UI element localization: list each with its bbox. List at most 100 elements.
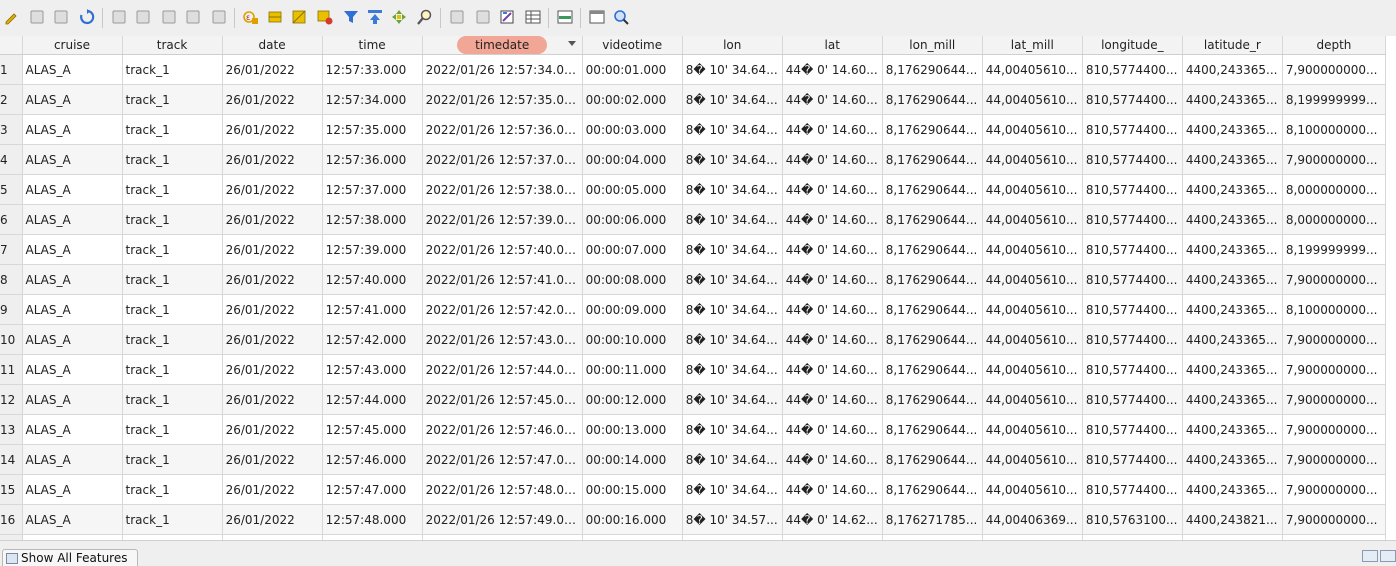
cell-time[interactable]: 12:57:45.000 — [322, 414, 423, 445]
cell-latitude_r[interactable]: 4400,243365... — [1182, 384, 1283, 415]
cell-lat[interactable]: 44� 0' 14.60... — [782, 444, 883, 475]
cell-cruise[interactable]: ALAS_A — [22, 174, 123, 205]
cell-timedate[interactable]: 2022/01/26 12:57:38.000 — [422, 174, 583, 205]
cell-date[interactable]: 26/01/2022 — [222, 444, 323, 475]
cell-longitude_[interactable]: 810,5774400... — [1082, 174, 1183, 205]
column-header-depth[interactable]: depth — [1282, 36, 1387, 55]
cell-cruise[interactable]: ALAS_A — [22, 414, 123, 445]
cell-longitude_[interactable]: 810,5774400... — [1082, 204, 1183, 235]
cell-date[interactable]: 26/01/2022 — [222, 354, 323, 385]
row-number[interactable]: 14 — [0, 444, 23, 475]
cell-longitude_[interactable]: 810,5774400... — [1082, 384, 1183, 415]
row-number[interactable]: 13 — [0, 414, 23, 445]
field-calculator-icon[interactable] — [498, 8, 516, 26]
copy-icon[interactable] — [184, 8, 202, 26]
cell-lon[interactable]: 8� 10' 34.64... — [682, 324, 783, 355]
cell-longitude_[interactable]: 810,5774400... — [1082, 54, 1183, 85]
cell-longitude_[interactable]: 810,5774400... — [1082, 354, 1183, 385]
cell-track[interactable]: track_1 — [122, 384, 223, 415]
row-number[interactable]: 10 — [0, 324, 23, 355]
cell-depth[interactable]: 7,900000000... — [1282, 504, 1387, 535]
cell-date[interactable]: 26/01/2022 — [222, 474, 323, 505]
cell-date[interactable]: 26/01/2022 — [222, 384, 323, 415]
row-header-corner[interactable] — [0, 36, 23, 55]
cell-timedate[interactable]: 2022/01/26 12:57:46.000 — [422, 414, 583, 445]
cell-lon_mill[interactable]: 8,176290644... — [882, 474, 983, 505]
cell-track[interactable]: track_1 — [122, 414, 223, 445]
cell-lon_mill[interactable]: 8,176290644... — [882, 204, 983, 235]
cell-lon_mill[interactable]: 8,176290644... — [882, 414, 983, 445]
cell-timedate[interactable]: 2022/01/26 12:57:41.000 — [422, 264, 583, 295]
form-view-icon[interactable] — [1362, 550, 1378, 562]
table-row[interactable]: 8 ALAS_A track_1 26/01/2022 12:57:40.000 2022… — [0, 264, 1387, 295]
cell-latitude_r[interactable]: 4400,243365... — [1182, 174, 1283, 205]
table-row[interactable]: 14 ALAS_A track_1 26/01/2022 12:57:46.000 202… — [0, 444, 1387, 475]
column-header-latitude_r[interactable]: latitude_r — [1182, 36, 1283, 55]
table-row[interactable]: 5 ALAS_A track_1 26/01/2022 12:57:37.000 2022… — [0, 174, 1387, 205]
cell-cruise[interactable]: ALAS_A — [22, 384, 123, 415]
column-header-lon_mill[interactable]: lon_mill — [882, 36, 983, 55]
row-number[interactable]: 7 — [0, 234, 23, 265]
cell-lat_mill[interactable]: 44,00405610... — [982, 234, 1083, 265]
cell-time[interactable]: 12:57:37.000 — [322, 174, 423, 205]
delete-feature-icon[interactable] — [134, 8, 152, 26]
pan-to-selected-icon[interactable] — [390, 8, 408, 26]
cell-cruise[interactable]: ALAS_A — [22, 474, 123, 505]
cell-videotime[interactable]: 00:00:10.000 — [582, 324, 683, 355]
cell-timedate[interactable]: 2022/01/26 12:57:43.000 — [422, 324, 583, 355]
cell-depth[interactable]: 7,900000000... — [1282, 384, 1387, 415]
cell-lat_mill[interactable]: 44,00405610... — [982, 324, 1083, 355]
cell-lat[interactable]: 44� 0' 14.60... — [782, 354, 883, 385]
cell-track[interactable]: track_1 — [122, 504, 223, 535]
column-header-timedate[interactable]: timedate — [422, 36, 583, 55]
cell-lat[interactable]: 44� 0' 14.60... — [782, 204, 883, 235]
cell-lat_mill[interactable]: 44,00405610... — [982, 264, 1083, 295]
column-header-cruise[interactable]: cruise — [22, 36, 123, 55]
cell-cruise[interactable]: ALAS_A — [22, 144, 123, 175]
cell-lon_mill[interactable]: 8,176290644... — [882, 324, 983, 355]
cell-lat_mill[interactable]: 44,00405610... — [982, 414, 1083, 445]
cell-track[interactable]: track_1 — [122, 324, 223, 355]
cell-timedate[interactable]: 2022/01/26 12:57:40.000 — [422, 234, 583, 265]
cell-timedate[interactable]: 2022/01/26 12:57:42.000 — [422, 294, 583, 325]
cell-timedate[interactable]: 2022/01/26 12:57:48.000 — [422, 474, 583, 505]
cell-lat_mill[interactable]: 44,00405610... — [982, 444, 1083, 475]
cell-lat[interactable]: 44� 0' 14.60... — [782, 414, 883, 445]
cell-track[interactable]: track_1 — [122, 354, 223, 385]
cell-lon_mill[interactable]: 8,176290644... — [882, 114, 983, 145]
cell-time[interactable]: 12:57:47.000 — [322, 474, 423, 505]
cell-lon_mill[interactable]: 8,176290644... — [882, 354, 983, 385]
cell-track[interactable]: track_1 — [122, 474, 223, 505]
cell-lon_mill[interactable]: 8,176290644... — [882, 294, 983, 325]
edit-pencil-icon[interactable] — [2, 8, 20, 26]
cell-depth[interactable]: 7,900000000... — [1282, 354, 1387, 385]
cell-videotime[interactable]: 00:00:03.000 — [582, 114, 683, 145]
cell-longitude_[interactable]: 810,5774400... — [1082, 264, 1183, 295]
cell-cruise[interactable]: ALAS_A — [22, 354, 123, 385]
zoom-map-icon[interactable] — [612, 8, 630, 26]
cell-timedate[interactable]: 2022/01/26 12:57:35.000 — [422, 84, 583, 115]
cell-date[interactable]: 26/01/2022 — [222, 234, 323, 265]
cell-videotime[interactable]: 00:00:07.000 — [582, 234, 683, 265]
cell-cruise[interactable]: ALAS_A — [22, 264, 123, 295]
cell-lat[interactable]: 44� 0' 14.62... — [782, 504, 883, 535]
row-number[interactable]: 16 — [0, 504, 23, 535]
cell-videotime[interactable]: 00:00:12.000 — [582, 384, 683, 415]
cell-cruise[interactable]: ALAS_A — [22, 204, 123, 235]
cell-time[interactable]: 12:57:33.000 — [322, 54, 423, 85]
cell-depth[interactable]: 8,199999999... — [1282, 234, 1387, 265]
cell-lon_mill[interactable]: 8,176290644... — [882, 54, 983, 85]
add-feature-icon[interactable] — [110, 8, 128, 26]
cell-lat_mill[interactable]: 44,00405610... — [982, 474, 1083, 505]
column-header-lon[interactable]: lon — [682, 36, 783, 55]
cell-latitude_r[interactable]: 4400,243365... — [1182, 474, 1283, 505]
cell-depth[interactable]: 8,100000000... — [1282, 114, 1387, 145]
cell-time[interactable]: 12:57:35.000 — [322, 114, 423, 145]
cell-cruise[interactable]: ALAS_A — [22, 444, 123, 475]
cell-lat[interactable]: 44� 0' 14.60... — [782, 174, 883, 205]
cell-videotime[interactable]: 00:00:16.000 — [582, 504, 683, 535]
row-number[interactable]: 5 — [0, 174, 23, 205]
column-header-lat_mill[interactable]: lat_mill — [982, 36, 1083, 55]
actions-icon[interactable] — [588, 8, 606, 26]
cell-time[interactable]: 12:57:34.000 — [322, 84, 423, 115]
